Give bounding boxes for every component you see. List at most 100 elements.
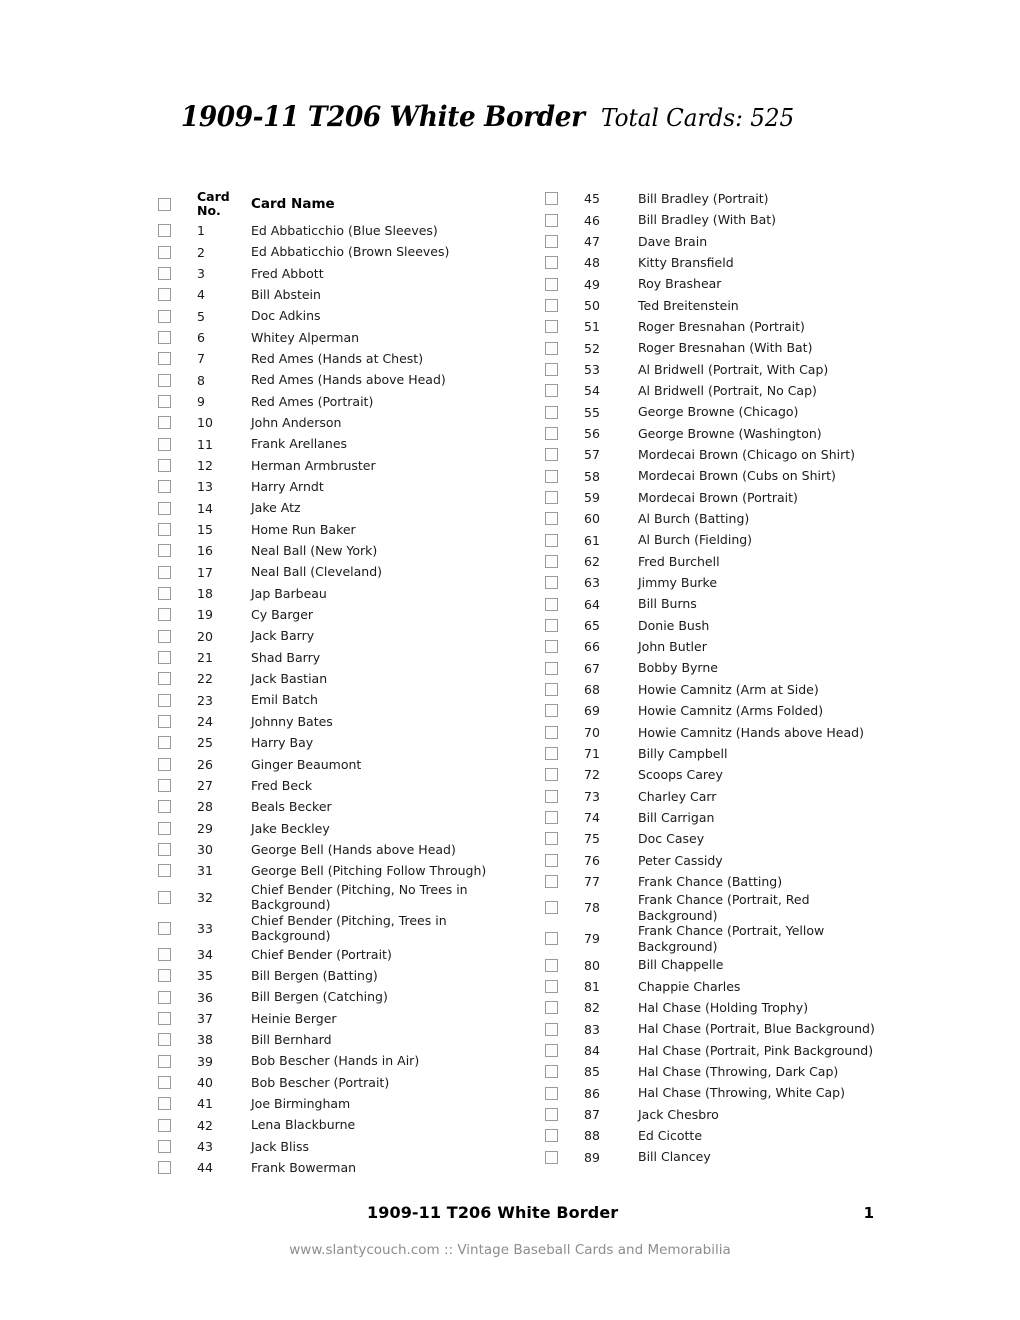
card-checkbox[interactable] [158,757,171,771]
card-checkbox[interactable] [158,608,171,622]
table-row: 47 Dave Brain [545,231,880,252]
card-checkbox[interactable] [158,373,171,387]
card-checkbox[interactable] [545,213,558,227]
card-checkbox[interactable] [158,1033,171,1047]
card-checkbox[interactable] [158,288,171,302]
header-checkbox[interactable] [158,197,171,211]
card-checkbox[interactable] [545,362,558,376]
card-checkbox[interactable] [545,640,558,654]
card-checkbox[interactable] [545,298,558,312]
card-checkbox[interactable] [545,1150,558,1164]
card-checkbox[interactable] [158,352,171,366]
card-checkbox[interactable] [158,843,171,857]
card-checkbox[interactable] [158,693,171,707]
card-checkbox[interactable] [158,672,171,686]
card-checkbox[interactable] [545,958,558,972]
card-checkbox[interactable] [158,736,171,750]
column-header-card-no-line2: No. [197,203,221,218]
card-checkbox[interactable] [545,512,558,526]
card-checkbox[interactable] [545,1043,558,1057]
card-checkbox[interactable] [158,864,171,878]
card-checkbox[interactable] [158,629,171,643]
card-checkbox[interactable] [158,969,171,983]
card-checkbox[interactable] [158,1097,171,1111]
card-checkbox[interactable] [545,192,558,206]
card-name: Bob Bescher (Hands in Air) [251,1053,420,1069]
card-checkbox[interactable] [158,651,171,665]
card-checkbox[interactable] [158,544,171,558]
card-checkbox[interactable] [158,501,171,515]
card-checkbox[interactable] [545,576,558,590]
card-checkbox[interactable] [545,341,558,355]
card-name: Red Ames (Hands above Head) [251,372,446,388]
card-checkbox[interactable] [545,426,558,440]
card-checkbox[interactable] [545,979,558,993]
card-checkbox[interactable] [158,921,171,935]
card-checkbox[interactable] [545,448,558,462]
card-checkbox[interactable] [158,947,171,961]
card-checkbox[interactable] [545,811,558,825]
card-checkbox[interactable] [545,555,558,569]
card-number: 34 [197,946,213,962]
card-checkbox[interactable] [545,1065,558,1079]
card-checkbox[interactable] [545,1086,558,1100]
card-checkbox[interactable] [158,821,171,835]
card-number: 31 [197,863,213,879]
table-row: 15 Home Run Baker [158,519,493,540]
card-checkbox[interactable] [545,1022,558,1036]
card-checkbox[interactable] [545,277,558,291]
card-checkbox[interactable] [158,309,171,323]
card-checkbox[interactable] [158,715,171,729]
card-checkbox[interactable] [545,704,558,718]
card-checkbox[interactable] [158,890,171,904]
card-checkbox[interactable] [545,1107,558,1121]
card-checkbox[interactable] [158,266,171,280]
card-checkbox[interactable] [158,1139,171,1153]
card-checkbox[interactable] [158,587,171,601]
card-checkbox[interactable] [545,469,558,483]
card-checkbox[interactable] [545,1001,558,1015]
card-checkbox[interactable] [545,234,558,248]
card-checkbox[interactable] [158,1118,171,1132]
card-checkbox[interactable] [158,224,171,238]
card-checkbox[interactable] [158,245,171,259]
card-checkbox[interactable] [545,384,558,398]
card-checkbox[interactable] [545,932,558,946]
card-checkbox[interactable] [545,683,558,697]
card-checkbox[interactable] [545,661,558,675]
card-name: Jake Atz [251,500,301,516]
card-checkbox[interactable] [545,832,558,846]
card-checkbox[interactable] [545,1129,558,1143]
card-checkbox[interactable] [158,990,171,1004]
column-header-card-name: Card Name [251,195,335,212]
card-checkbox[interactable] [158,800,171,814]
card-checkbox[interactable] [545,256,558,270]
card-checkbox[interactable] [545,789,558,803]
card-checkbox[interactable] [158,1075,171,1089]
card-checkbox[interactable] [545,405,558,419]
card-checkbox[interactable] [158,1054,171,1068]
card-checkbox[interactable] [545,725,558,739]
card-checkbox[interactable] [545,768,558,782]
card-checkbox[interactable] [545,533,558,547]
card-checkbox[interactable] [158,458,171,472]
card-checkbox[interactable] [158,779,171,793]
card-checkbox[interactable] [158,480,171,494]
card-checkbox[interactable] [545,853,558,867]
card-checkbox[interactable] [545,320,558,334]
card-checkbox[interactable] [158,394,171,408]
table-row: 63 Jimmy Burke [545,572,880,593]
card-checkbox[interactable] [545,875,558,889]
card-checkbox[interactable] [158,522,171,536]
card-checkbox[interactable] [545,901,558,915]
card-checkbox[interactable] [158,1161,171,1175]
card-checkbox[interactable] [545,597,558,611]
card-checkbox[interactable] [158,565,171,579]
card-checkbox[interactable] [158,330,171,344]
card-checkbox[interactable] [158,416,171,430]
card-checkbox[interactable] [158,1011,171,1025]
card-checkbox[interactable] [545,490,558,504]
card-checkbox[interactable] [158,437,171,451]
card-checkbox[interactable] [545,747,558,761]
card-checkbox[interactable] [545,619,558,633]
